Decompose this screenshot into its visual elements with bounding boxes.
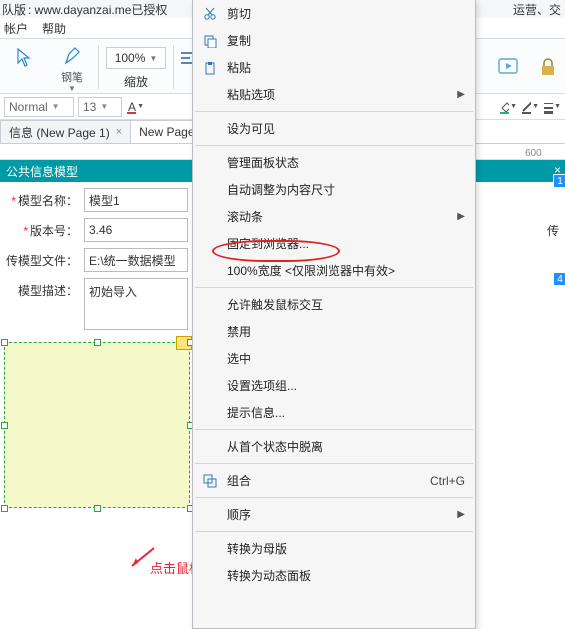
style-dropdown[interactable]: Normal ▼ [4, 97, 74, 117]
pen-icon [63, 45, 81, 67]
font-size-dropdown[interactable]: 13 ▼ [78, 97, 122, 117]
label-file: 传模型文件： [0, 248, 84, 269]
svg-text:A: A [128, 100, 136, 114]
resize-handle[interactable] [94, 505, 101, 512]
toolbar-separator [173, 45, 174, 89]
menu-selected[interactable]: 选中 [193, 345, 475, 372]
title-url: : www.dayanzai.me已授权 [28, 1, 167, 18]
menu-cut[interactable]: 剪切 [193, 0, 475, 27]
menu-set-visible[interactable]: 设为可见 [193, 115, 475, 142]
submenu-arrow-icon: ▶ [457, 509, 465, 520]
title-prefix: 队版 [2, 1, 26, 18]
menu-paste-options[interactable]: 粘贴选项 ▶ [193, 81, 475, 108]
menu-tooltip[interactable]: 提示信息... [193, 399, 475, 426]
paste-icon [201, 59, 219, 77]
tool-pen-label: 钢笔 [61, 69, 83, 85]
menu-mouse-interact[interactable]: 允许触发鼠标交互 [193, 291, 475, 318]
section-title: 公共信息模型 [6, 163, 78, 180]
input-file[interactable]: E:\统一数据模型 [84, 248, 188, 272]
menu-separator [195, 531, 473, 532]
resize-handle[interactable] [1, 422, 8, 429]
input-model-name[interactable]: 模型1 [84, 188, 188, 212]
caret-down-icon: ▼ [149, 54, 157, 63]
tab-label: 信息 (New Page 1) [9, 124, 110, 141]
menu-separator [195, 287, 473, 288]
caret-down-icon: ▼ [68, 84, 76, 93]
preview-icon[interactable] [497, 56, 519, 78]
pointer-icon [16, 45, 32, 71]
menu-separator [195, 145, 473, 146]
group-icon [201, 472, 219, 490]
menu-auto-fit[interactable]: 自动调整为内容尺寸 [193, 176, 475, 203]
upload-label[interactable]: 传 [547, 222, 559, 239]
menu-separator [195, 463, 473, 464]
caret-down-icon: ▼ [100, 102, 108, 111]
selected-shape[interactable] [4, 342, 190, 508]
shortcut-label: Ctrl+G [430, 474, 465, 488]
menu-scrollbar[interactable]: 滚动条 ▶ [193, 203, 475, 230]
menu-detach[interactable]: 从首个状态中脱离 [193, 433, 475, 460]
label-desc: 模型描述： [0, 278, 84, 299]
zoom-label: 缩放 [124, 73, 148, 90]
menu-account[interactable]: 帐户 [4, 20, 28, 37]
menu-separator [195, 429, 473, 430]
tool-pen[interactable]: 钢笔 ▼ [48, 41, 96, 93]
tool-unknown-1[interactable] [0, 41, 48, 93]
resize-handle[interactable] [94, 339, 101, 346]
caret-down-icon: ▼ [52, 102, 60, 111]
zoom-value: 100% [115, 51, 146, 65]
menu-help[interactable]: 帮助 [42, 20, 66, 37]
comment-badge[interactable]: 4 [553, 272, 565, 286]
menu-to-master[interactable]: 转换为母版 [193, 535, 475, 562]
close-icon[interactable]: × [116, 126, 122, 138]
menu-to-dynpanel[interactable]: 转换为动态面板 [193, 562, 475, 589]
submenu-arrow-icon: ▶ [457, 89, 465, 100]
menu-panel-state[interactable]: 管理面板状态 [193, 149, 475, 176]
style-value: Normal [9, 100, 48, 114]
tool-zoom[interactable]: 100% ▼ 缩放 [101, 41, 171, 93]
resize-handle[interactable] [1, 505, 8, 512]
menu-group[interactable]: 组合 Ctrl+G [193, 467, 475, 494]
textarea-desc[interactable]: 初始导入 [84, 278, 188, 330]
input-version[interactable]: 3.46 [84, 218, 188, 242]
menu-paste[interactable]: 粘贴 [193, 54, 475, 81]
menu-pin-browser[interactable]: 固定到浏览器... [193, 230, 475, 257]
lock-icon[interactable] [537, 56, 559, 78]
menu-order[interactable]: 顺序 ▶ [193, 501, 475, 528]
menu-width100[interactable]: 100%宽度 <仅限浏览器中有效> [193, 257, 475, 284]
cut-icon [201, 5, 219, 23]
menu-separator [195, 497, 473, 498]
menu-disable[interactable]: 禁用 [193, 318, 475, 345]
font-size-value: 13 [83, 100, 96, 114]
menu-copy[interactable]: 复制 [193, 27, 475, 54]
zoom-dropdown[interactable]: 100% ▼ [106, 47, 166, 69]
fill-color-button[interactable]: ▼ [499, 98, 517, 116]
context-menu: 剪切 复制 粘贴 粘贴选项 ▶ 设为可见 管理面板状态 自动调整为内容尺寸 滚动… [192, 0, 476, 629]
line-width-button[interactable]: ▼ [543, 98, 561, 116]
font-color-button[interactable]: A▼ [126, 98, 144, 116]
line-color-button[interactable]: ▼ [521, 98, 539, 116]
comment-badge[interactable]: 1 [553, 174, 565, 188]
tab-info[interactable]: 信息 (New Page 1) × [0, 120, 131, 143]
menu-option-group[interactable]: 设置选项组... [193, 372, 475, 399]
label-model-name: *模型名称： [0, 188, 84, 209]
label-version: *版本号： [0, 218, 84, 239]
toolbar-separator [98, 45, 99, 89]
submenu-arrow-icon: ▶ [457, 211, 465, 222]
resize-handle[interactable] [1, 339, 8, 346]
copy-icon [201, 32, 219, 50]
menu-separator [195, 111, 473, 112]
title-right: 运营、交 [513, 1, 561, 18]
